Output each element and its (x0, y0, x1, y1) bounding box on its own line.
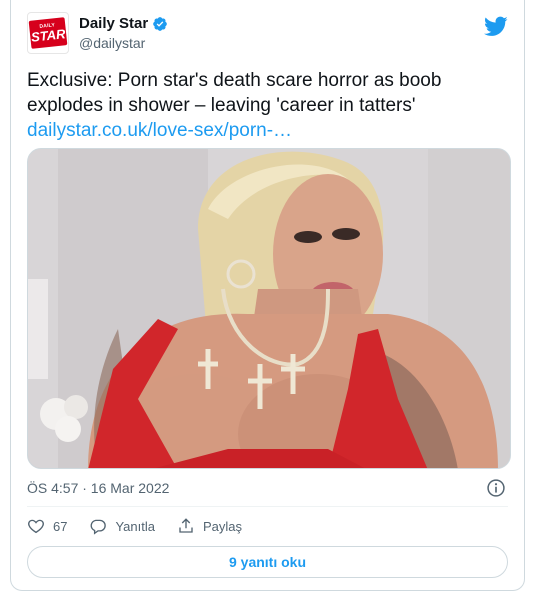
reply-button[interactable]: Yanıtla (89, 517, 155, 535)
share-icon (179, 518, 193, 533)
share-button[interactable]: Paylaş (177, 517, 242, 535)
twitter-bird-icon[interactable] (484, 14, 508, 38)
tweet-link[interactable]: dailystar.co.uk/love-sex/porn-… (27, 120, 292, 141)
photo-illustration (28, 149, 510, 468)
tweet-card: DAILY STAR Daily Star @dailystar Exclusi… (10, 0, 525, 591)
author-names: Daily Star @dailystar (79, 14, 168, 51)
share-label: Paylaş (202, 518, 243, 534)
tweet-body: Exclusive: Porn star's death scare horro… (27, 70, 442, 116)
reply-label: Yanıtla (115, 518, 155, 534)
tweet-photo[interactable] (27, 148, 511, 469)
display-name[interactable]: Daily Star (79, 15, 148, 32)
display-name-row: Daily Star (79, 14, 168, 33)
tweet-text: Exclusive: Porn star's death scare horro… (27, 68, 515, 143)
heart-icon (28, 519, 44, 534)
verified-badge-icon (153, 16, 168, 31)
like-button[interactable]: 67 (27, 517, 67, 535)
daily-star-logo: DAILY STAR (28, 17, 68, 49)
info-icon[interactable] (486, 478, 506, 498)
reply-icon (91, 519, 107, 535)
tweet-actions: 67 Yanıtla Paylaş (27, 516, 264, 536)
handle[interactable]: @dailystar (79, 35, 168, 51)
read-replies-button[interactable]: 9 yanıtı oku (27, 546, 508, 578)
avatar[interactable]: DAILY STAR (27, 12, 69, 54)
tweet-timestamp[interactable]: ÖS 4:57 · 16 Mar 2022 (27, 480, 169, 496)
tweet-header: DAILY STAR Daily Star @dailystar (27, 12, 508, 54)
like-count: 67 (53, 518, 68, 534)
logo-big-text: STAR (30, 26, 67, 45)
divider (27, 506, 508, 507)
